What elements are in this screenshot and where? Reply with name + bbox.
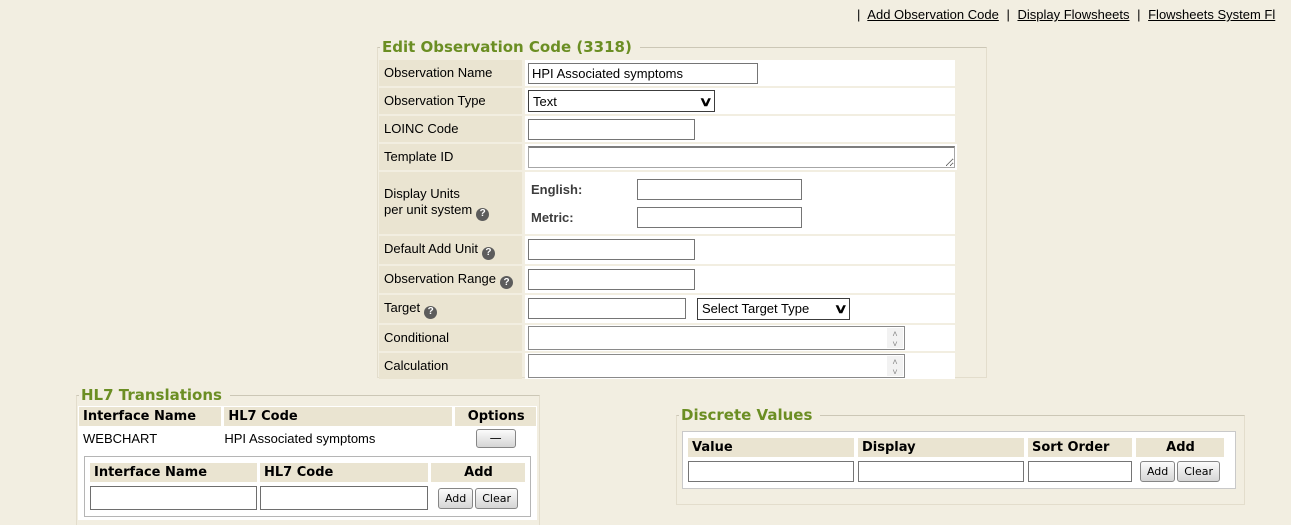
page: { "nav": { "separator": "|", "links": [ …: [0, 0, 1291, 525]
observation-range-input[interactable]: [528, 269, 695, 290]
row-default-add-unit: Default Add Unit?: [379, 236, 955, 264]
remove-translation-button[interactable]: —: [476, 429, 516, 448]
edit-observation-code-form: Edit Observation Code (3318) Observation…: [377, 38, 987, 378]
hl7-panel: Interface Name HL7 Code Options WEBCHART…: [78, 406, 537, 520]
hl7-translations-section: HL7 Translations Interface Name HL7 Code…: [76, 386, 540, 525]
loinc-code-input[interactable]: [528, 119, 695, 140]
target-type-selected-value: Select Target Type: [702, 301, 809, 316]
hl7-add-col-hl7-code: HL7 Code: [260, 463, 428, 482]
form-rows: Observation Name Observation Type Text ∨…: [379, 60, 955, 379]
minus-icon: —: [490, 431, 502, 445]
hl7-add-button[interactable]: Add: [438, 488, 473, 509]
observation-range-label: Observation Range: [384, 271, 496, 286]
nav-link-add-observation-code[interactable]: Add Observation Code: [867, 7, 999, 22]
help-icon[interactable]: ?: [424, 306, 437, 319]
scrollbar[interactable]: ˄ ˅: [887, 328, 903, 348]
display-units-label: Display Units per unit system?: [379, 172, 522, 234]
scroll-up-icon[interactable]: ˄: [892, 357, 897, 367]
nav-link-flowsheets-system[interactable]: Flowsheets System Fl: [1148, 7, 1275, 22]
discrete-col-value: Value: [688, 438, 854, 457]
observation-type-select[interactable]: Text ∨: [528, 90, 715, 112]
discrete-values-header: Value Display Sort Order Add: [688, 438, 1230, 457]
scrollbar[interactable]: ˄ ˅: [887, 356, 903, 376]
hl7-row-interface-name: WEBCHART: [79, 431, 224, 446]
help-icon[interactable]: ?: [476, 208, 489, 221]
row-target: Target? Select Target Type ∨: [379, 295, 955, 323]
help-icon[interactable]: ?: [482, 247, 495, 260]
target-label: Target: [384, 300, 420, 315]
scroll-down-icon[interactable]: ˅: [892, 339, 897, 349]
row-observation-type: Observation Type Text ∨: [379, 88, 955, 114]
observation-type-selected-value: Text: [533, 94, 557, 109]
hl7-table-header: Interface Name HL7 Code Options: [79, 407, 536, 426]
hl7-add-form-header: Interface Name HL7 Code Add: [90, 463, 525, 482]
default-add-unit-label: Default Add Unit: [384, 241, 478, 256]
hl7-col-interface-name: Interface Name: [79, 407, 221, 426]
discrete-values-section: Discrete Values Value Display Sort Order…: [676, 406, 1245, 505]
discrete-col-display: Display: [858, 438, 1024, 457]
default-add-unit-input[interactable]: [528, 239, 695, 260]
scroll-up-icon[interactable]: ˄: [892, 329, 897, 339]
calculation-label: Calculation: [379, 353, 522, 379]
help-icon[interactable]: ?: [500, 276, 513, 289]
hl7-row-hl7-code: HPI Associated symptoms: [224, 431, 455, 446]
hl7-col-hl7-code: HL7 Code: [224, 407, 452, 426]
hl7-interface-name-input[interactable]: [90, 486, 257, 510]
calculation-textarea[interactable]: ˄ ˅: [528, 354, 905, 378]
display-units-label-line1: Display Units: [384, 186, 520, 202]
nav-link-display-flowsheets[interactable]: Display Flowsheets: [1017, 7, 1129, 22]
row-display-units: Display Units per unit system? English: …: [379, 172, 955, 234]
nav-separator: |: [1133, 7, 1144, 22]
english-unit-line: English:: [527, 175, 953, 203]
english-unit-input[interactable]: [637, 179, 802, 200]
conditional-label: Conditional: [379, 325, 522, 351]
row-observation-name: Observation Name: [379, 60, 955, 86]
english-unit-label: English:: [527, 182, 637, 197]
template-id-textarea[interactable]: [528, 146, 955, 168]
display-units-label-line2: per unit system: [384, 202, 472, 217]
row-conditional: Conditional ˄ ˅: [379, 325, 955, 351]
discrete-value-input[interactable]: [688, 461, 854, 482]
metric-unit-label: Metric:: [527, 210, 637, 225]
discrete-add-button[interactable]: Add: [1140, 461, 1175, 482]
conditional-textarea[interactable]: ˄ ˅: [528, 326, 905, 350]
hl7-col-options: Options: [455, 407, 536, 426]
row-template-id: Template ID: [379, 144, 955, 170]
top-nav: | Add Observation Code | Display Flowshe…: [853, 7, 1275, 22]
hl7-add-col-add: Add: [431, 463, 525, 482]
row-observation-range: Observation Range?: [379, 266, 955, 294]
discrete-col-add: Add: [1136, 438, 1224, 457]
loinc-code-label: LOINC Code: [379, 116, 522, 142]
hl7-add-form: Interface Name HL7 Code Add Add Clear: [84, 456, 531, 517]
nav-separator: |: [1002, 7, 1013, 22]
scroll-down-icon[interactable]: ˅: [892, 367, 897, 377]
discrete-display-input[interactable]: [858, 461, 1024, 482]
discrete-clear-button[interactable]: Clear: [1177, 461, 1220, 482]
discrete-values-panel: Value Display Sort Order Add Add Clear: [682, 431, 1236, 489]
row-loinc-code: LOINC Code: [379, 116, 955, 142]
hl7-translations-title: HL7 Translations: [79, 386, 230, 404]
observation-name-label: Observation Name: [379, 60, 522, 86]
table-row: WEBCHART HPI Associated symptoms —: [79, 427, 536, 449]
discrete-col-sort-order: Sort Order: [1028, 438, 1132, 457]
discrete-sort-order-input[interactable]: [1028, 461, 1132, 482]
metric-unit-input[interactable]: [637, 207, 802, 228]
form-title: Edit Observation Code (3318): [380, 38, 640, 56]
chevron-down-icon: ∨: [699, 95, 713, 108]
nav-separator: |: [853, 7, 864, 22]
target-input[interactable]: [528, 298, 686, 319]
template-id-label: Template ID: [379, 144, 522, 170]
observation-type-label: Observation Type: [379, 88, 522, 114]
row-calculation: Calculation ˄ ˅: [379, 353, 955, 379]
chevron-down-icon: ∨: [834, 302, 848, 315]
hl7-add-col-interface-name: Interface Name: [90, 463, 257, 482]
hl7-code-input[interactable]: [260, 486, 428, 510]
observation-name-input[interactable]: [528, 63, 758, 84]
discrete-values-title: Discrete Values: [679, 406, 820, 424]
hl7-clear-button[interactable]: Clear: [475, 488, 518, 509]
target-type-select[interactable]: Select Target Type ∨: [697, 298, 850, 320]
metric-unit-line: Metric:: [527, 203, 953, 231]
